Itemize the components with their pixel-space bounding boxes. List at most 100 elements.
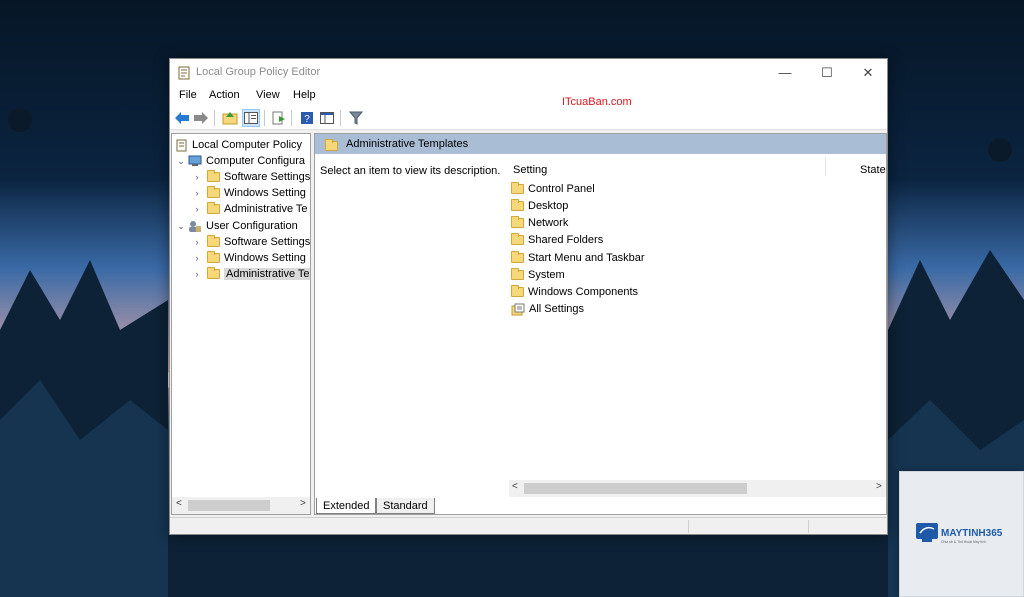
tree-user-administrative-templates[interactable]: › Administrative Te: [192, 266, 310, 282]
list-item-network[interactable]: Network: [511, 215, 568, 231]
folder-icon: [207, 186, 220, 198]
column-header-setting[interactable]: Setting: [513, 164, 547, 176]
folder-icon: [511, 199, 524, 211]
computer-icon: [188, 155, 202, 166]
close-button[interactable]: ✕: [847, 59, 889, 86]
status-bar: [170, 517, 887, 534]
column-header-state[interactable]: State: [860, 164, 886, 176]
gpedit-window: Local Group Policy Editor — ☐ ✕ File Act…: [169, 58, 888, 535]
help-icon[interactable]: ?: [298, 109, 316, 127]
show-hide-tree-icon[interactable]: [242, 109, 260, 127]
brand-logo-card: MAYTINH365 Chia sẻ & Thủ thuật Máy tính: [899, 471, 1024, 597]
up-folder-icon[interactable]: [221, 109, 239, 127]
tree-computer-configuration[interactable]: ⌄ Computer Configura: [176, 153, 305, 169]
list-item-label: Control Panel: [528, 183, 595, 195]
folder-icon: [207, 235, 220, 247]
list-item-label: Network: [528, 217, 569, 229]
details-pane: Administrative Templates Select an item …: [314, 133, 887, 515]
tree-user-software-settings[interactable]: › Software Settings: [192, 234, 310, 250]
tree-root[interactable]: Local Computer Policy: [176, 137, 302, 153]
policy-document-icon: [176, 139, 187, 151]
list-item-control-panel[interactable]: Control Panel: [511, 181, 595, 197]
toolbar: ?: [170, 106, 887, 130]
tree-item-label: Administrative Te: [224, 203, 308, 215]
folder-icon: [207, 267, 220, 279]
list-item-windows-components[interactable]: Windows Components: [511, 284, 638, 300]
list-item-label: All Settings: [529, 303, 585, 315]
list-item-label: Shared Folders: [528, 234, 604, 246]
tree-horizontal-scrollbar[interactable]: < >: [172, 497, 310, 514]
policy-editor-icon: [178, 66, 190, 80]
column-divider[interactable]: [825, 158, 826, 176]
list-item-system[interactable]: System: [511, 267, 565, 283]
all-settings-icon: [511, 303, 525, 315]
chevron-down-icon[interactable]: ⌄: [176, 156, 186, 167]
tree-user-configuration-label: User Configuration: [206, 220, 298, 232]
scroll-right-arrow[interactable]: >: [876, 481, 882, 492]
menu-view[interactable]: View: [256, 89, 280, 101]
logo-tagline: Chia sẻ & Thủ thuật Máy tính: [941, 540, 986, 544]
forward-icon[interactable]: [192, 109, 210, 127]
folder-icon: [207, 170, 220, 182]
folder-icon: [511, 285, 524, 297]
scrollbar-thumb[interactable]: [524, 483, 747, 494]
folder-icon: [511, 182, 524, 194]
list-item-start-menu-taskbar[interactable]: Start Menu and Taskbar: [511, 250, 645, 266]
folder-icon: [511, 233, 524, 245]
tree-computer-administrative-templates[interactable]: › Administrative Te: [192, 201, 308, 217]
folder-icon: [207, 251, 220, 263]
chevron-right-icon[interactable]: ›: [192, 172, 202, 182]
folder-icon: [325, 138, 338, 151]
folder-icon: [207, 202, 220, 214]
tree-computer-windows-settings[interactable]: › Windows Setting: [192, 185, 306, 201]
view-tabs: Extended Standard: [314, 497, 887, 515]
list-item-desktop[interactable]: Desktop: [511, 198, 568, 214]
status-cell: [688, 520, 808, 533]
chevron-right-icon[interactable]: ›: [192, 237, 202, 247]
list-item-label: System: [528, 269, 565, 281]
title-bar[interactable]: Local Group Policy Editor — ☐ ✕: [170, 59, 887, 86]
tree-item-label: Windows Setting: [224, 252, 306, 264]
folder-icon: [511, 268, 524, 280]
window-title: Local Group Policy Editor: [196, 66, 321, 78]
list-item-label: Start Menu and Taskbar: [528, 252, 645, 264]
tree-root-label: Local Computer Policy: [192, 139, 303, 151]
scroll-left-arrow[interactable]: <: [176, 498, 182, 509]
svg-text:?: ?: [304, 114, 310, 125]
details-header-title: Administrative Templates: [346, 138, 469, 150]
menu-file[interactable]: File: [179, 89, 197, 101]
tab-extended[interactable]: Extended: [316, 498, 377, 514]
export-list-icon[interactable]: [270, 109, 288, 127]
tab-standard[interactable]: Standard: [376, 498, 435, 514]
tree-item-label: Windows Setting: [224, 187, 306, 199]
tree-item-label: Administrative Te: [224, 268, 310, 280]
details-header: Administrative Templates: [315, 134, 886, 154]
back-icon[interactable]: [173, 109, 191, 127]
list-item-label: Windows Components: [528, 286, 639, 298]
list-item-shared-folders[interactable]: Shared Folders: [511, 232, 603, 248]
maytinh365-logo: MAYTINH365 Chia sẻ & Thủ thuật Máy tính: [916, 523, 1003, 544]
tree-user-configuration[interactable]: ⌄ User Configuration: [176, 218, 298, 234]
chevron-right-icon[interactable]: ›: [192, 188, 202, 198]
menu-action[interactable]: Action: [209, 89, 240, 101]
details-horizontal-scrollbar[interactable]: < >: [509, 480, 886, 497]
chevron-right-icon[interactable]: ›: [192, 253, 202, 263]
filter-icon[interactable]: [347, 109, 365, 127]
folder-icon: [511, 216, 524, 228]
tree-item-label: Software Settings: [224, 236, 311, 248]
list-item-all-settings[interactable]: All Settings: [511, 301, 584, 317]
menu-help[interactable]: Help: [293, 89, 316, 101]
tree-computer-software-settings[interactable]: › Software Settings: [192, 169, 310, 185]
scrollbar-thumb[interactable]: [188, 500, 270, 511]
list-item-label: Desktop: [528, 200, 569, 212]
tree-user-windows-settings[interactable]: › Windows Setting: [192, 250, 306, 266]
scroll-right-arrow[interactable]: >: [300, 498, 306, 509]
folder-icon: [511, 251, 524, 263]
chevron-right-icon[interactable]: ›: [192, 204, 202, 214]
scroll-left-arrow[interactable]: <: [512, 481, 518, 492]
maximize-button[interactable]: ☐: [806, 59, 848, 86]
minimize-button[interactable]: —: [764, 59, 806, 86]
chevron-down-icon[interactable]: ⌄: [176, 221, 186, 232]
chevron-right-icon[interactable]: ›: [192, 269, 202, 279]
properties-icon[interactable]: [318, 109, 336, 127]
